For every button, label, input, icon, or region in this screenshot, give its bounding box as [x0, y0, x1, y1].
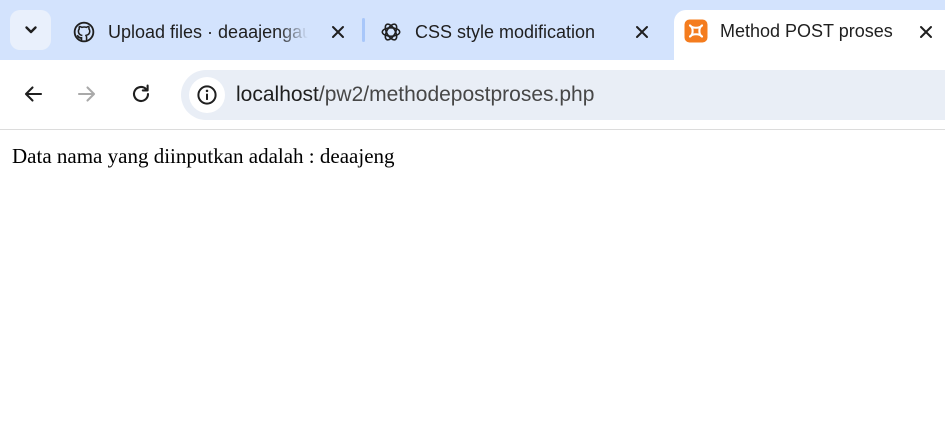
back-button[interactable]: [15, 76, 51, 112]
tab-search-button[interactable]: [10, 10, 51, 50]
info-icon: [197, 85, 217, 105]
reload-icon: [132, 84, 150, 103]
chevron-down-icon: [24, 26, 37, 34]
tab-css-style-modification[interactable]: CSS style modification: [367, 10, 664, 54]
browser-toolbar: localhost/pw2/methodepostproses.php: [0, 60, 945, 130]
tab-title: Method POST proses: [720, 21, 893, 41]
page-output-text: Data nama yang diinputkan adalah : deaaj…: [12, 144, 395, 168]
tab-upload-files[interactable]: Upload files · deaajengau: [60, 10, 360, 54]
tab-title: CSS style modification: [415, 21, 596, 42]
site-info-button[interactable]: [189, 77, 225, 113]
url-text: localhost/pw2/methodepostproses.php: [236, 83, 594, 107]
github-icon: [72, 20, 96, 44]
arrow-left-icon: [24, 86, 43, 102]
openai-icon: [379, 20, 403, 44]
close-icon[interactable]: [630, 20, 654, 44]
close-icon[interactable]: [914, 20, 938, 44]
tab-separator: [362, 18, 365, 42]
tab-method-post-proses[interactable]: Method POST proses: [674, 10, 945, 60]
xampp-icon: [684, 19, 708, 43]
address-bar[interactable]: localhost/pw2/methodepostproses.php: [181, 70, 945, 120]
tab-strip: Upload files · deaajengau CSS style modi…: [0, 0, 945, 60]
arrow-right-icon: [77, 86, 96, 102]
url-host: localhost: [236, 83, 319, 106]
forward-button[interactable]: [69, 76, 105, 112]
url-path: /pw2/methodepostproses.php: [318, 83, 595, 106]
close-icon[interactable]: [326, 20, 350, 44]
tab-title: Upload files · deaajengau: [108, 21, 308, 42]
reload-button[interactable]: [123, 76, 159, 112]
